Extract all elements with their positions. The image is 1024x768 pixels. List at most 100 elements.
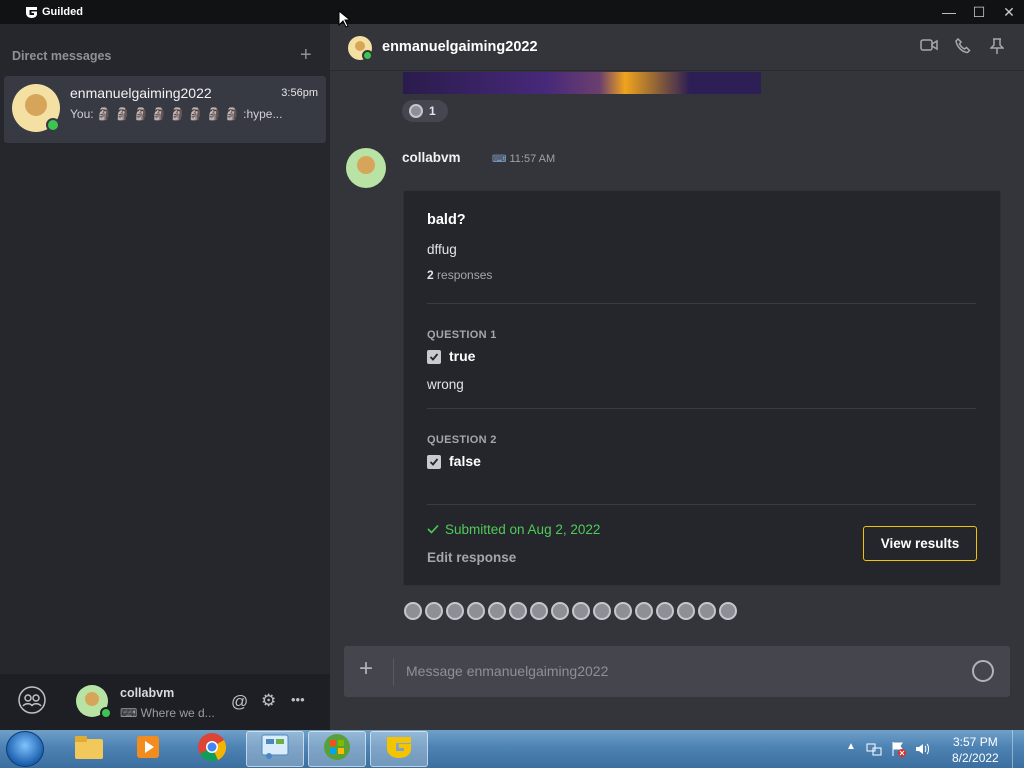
minimize-button[interactable]: — bbox=[934, 0, 964, 24]
dm-name: enmanuelgaiming2022 bbox=[70, 85, 212, 101]
divider bbox=[393, 658, 394, 686]
moai-emoji-icon bbox=[698, 602, 716, 620]
moai-emoji-icon bbox=[719, 602, 737, 620]
taskbar-chrome[interactable] bbox=[183, 731, 241, 767]
taskbar-media-player[interactable] bbox=[120, 731, 178, 767]
edit-response-link[interactable]: Edit response bbox=[427, 550, 516, 565]
emoji-picker-icon[interactable] bbox=[972, 660, 994, 682]
emoji-message bbox=[404, 602, 737, 620]
moai-emoji-icon bbox=[593, 602, 611, 620]
phone-call-icon[interactable] bbox=[955, 37, 971, 59]
moai-emoji-icon bbox=[425, 602, 443, 620]
question-answer: true bbox=[449, 348, 476, 364]
more-icon[interactable]: ••• bbox=[291, 692, 305, 707]
add-dm-button[interactable]: + bbox=[300, 45, 312, 65]
user-status: ⌨ Where we d... bbox=[120, 706, 215, 720]
action-center-alert-icon[interactable] bbox=[890, 741, 906, 760]
chat-header: enmanuelgaiming2022 bbox=[330, 24, 1024, 71]
media-player-icon bbox=[135, 733, 163, 766]
moai-emoji-icon bbox=[404, 602, 422, 620]
chat-area: enmanuelgaiming2022 1 collabvm ⌨ 11:57 A… bbox=[330, 24, 1024, 730]
maximize-button[interactable]: ☐ bbox=[964, 0, 994, 24]
clock-date: 8/2/2022 bbox=[952, 751, 999, 765]
pin-icon[interactable] bbox=[989, 38, 1005, 59]
message-input[interactable] bbox=[406, 660, 946, 682]
add-attachment-icon[interactable]: + bbox=[359, 657, 373, 681]
checkbox-checked-icon bbox=[427, 455, 441, 469]
moai-emoji-icon bbox=[635, 602, 653, 620]
windows-taskbar: ▲ 3:57 PM 8/2/2022 bbox=[0, 730, 1024, 768]
message-time: ⌨ 11:57 AM bbox=[492, 153, 556, 165]
window-controls: — ☐ ✕ bbox=[934, 0, 1024, 24]
check-icon bbox=[427, 522, 439, 537]
window-titlebar: Guilded — ☐ ✕ bbox=[0, 0, 1024, 24]
user-panel: collabvm ⌨ Where we d... @ ⚙ ••• bbox=[0, 674, 330, 730]
user-name: collabvm bbox=[120, 686, 175, 700]
taskbar-control-panel[interactable] bbox=[246, 731, 304, 767]
show-desktop-button[interactable] bbox=[1012, 730, 1024, 768]
show-hidden-icons[interactable]: ▲ bbox=[846, 741, 856, 752]
question-label: QUESTION 1 bbox=[427, 329, 497, 341]
form-response-count: 2 responses bbox=[427, 268, 493, 282]
moai-emoji-icon bbox=[446, 602, 464, 620]
network-icon[interactable] bbox=[866, 741, 882, 760]
moai-emoji-icon bbox=[614, 602, 632, 620]
image-attachment[interactable] bbox=[403, 72, 761, 94]
start-button[interactable] bbox=[6, 731, 44, 767]
friends-icon[interactable] bbox=[17, 685, 47, 720]
dm-preview: You: 🗿 🗿 🗿 🗿 🗿 🗿 🗿 🗿 :hype... bbox=[70, 107, 283, 121]
reaction-pill[interactable]: 1 bbox=[402, 100, 448, 122]
taskbar-guilded[interactable] bbox=[370, 731, 428, 767]
divider bbox=[427, 408, 976, 409]
checkbox-checked-icon bbox=[427, 350, 441, 364]
control-panel-icon bbox=[260, 733, 290, 766]
online-status-dot bbox=[100, 707, 112, 719]
mouse-cursor-icon bbox=[338, 9, 352, 33]
dm-section-header: Direct messages bbox=[12, 49, 112, 63]
question-extra: wrong bbox=[427, 377, 464, 392]
divider bbox=[427, 504, 976, 505]
video-call-icon[interactable] bbox=[920, 38, 938, 57]
guilded-logo-icon bbox=[385, 735, 413, 764]
moai-emoji-icon bbox=[530, 602, 548, 620]
moai-emoji-icon bbox=[551, 602, 569, 620]
online-status-dot bbox=[46, 118, 60, 132]
taskbar-explorer[interactable] bbox=[60, 731, 118, 767]
form-title: bald? bbox=[427, 212, 466, 228]
divider bbox=[427, 303, 976, 304]
close-button[interactable]: ✕ bbox=[994, 0, 1024, 24]
mention-icon[interactable]: @ bbox=[231, 692, 248, 712]
dm-list-item[interactable]: enmanuelgaiming2022 3:56pm You: 🗿 🗿 🗿 🗿 … bbox=[4, 76, 326, 143]
question-answer: false bbox=[449, 453, 481, 469]
reaction-count: 1 bbox=[429, 104, 436, 118]
windows-orb-icon bbox=[322, 732, 352, 767]
submitted-status: Submitted on Aug 2, 2022 bbox=[427, 522, 600, 537]
clock-time: 3:57 PM bbox=[953, 735, 998, 749]
moai-emoji-icon bbox=[409, 104, 423, 118]
online-status-dot bbox=[362, 50, 373, 61]
folder-icon bbox=[74, 734, 104, 765]
system-clock[interactable]: 3:57 PM 8/2/2022 bbox=[952, 734, 999, 766]
moai-emoji-icon bbox=[656, 602, 674, 620]
volume-icon[interactable] bbox=[914, 741, 930, 760]
app-name: Guilded bbox=[42, 6, 83, 18]
view-results-button[interactable]: View results bbox=[863, 526, 977, 561]
message-author[interactable]: collabvm bbox=[402, 150, 461, 165]
question-label: QUESTION 2 bbox=[427, 434, 497, 446]
dm-time: 3:56pm bbox=[281, 87, 318, 99]
chat-title: enmanuelgaiming2022 bbox=[382, 39, 538, 55]
moai-emoji-icon bbox=[572, 602, 590, 620]
moai-emoji-icon bbox=[677, 602, 695, 620]
moai-emoji-icon bbox=[467, 602, 485, 620]
taskbar-windows-app[interactable] bbox=[308, 731, 366, 767]
moai-emoji-icon bbox=[488, 602, 506, 620]
message-avatar[interactable] bbox=[346, 148, 386, 188]
form-response-card: bald? dffug 2 responses QUESTION 1 true … bbox=[403, 190, 1001, 586]
chrome-icon bbox=[197, 732, 227, 767]
dm-sidebar: Direct messages + enmanuelgaiming2022 3:… bbox=[0, 24, 330, 730]
guilded-logo-icon bbox=[24, 5, 38, 19]
settings-icon[interactable]: ⚙ bbox=[261, 691, 276, 711]
message-composer: + bbox=[344, 646, 1010, 697]
form-description: dffug bbox=[427, 242, 457, 257]
moai-emoji-icon bbox=[509, 602, 527, 620]
